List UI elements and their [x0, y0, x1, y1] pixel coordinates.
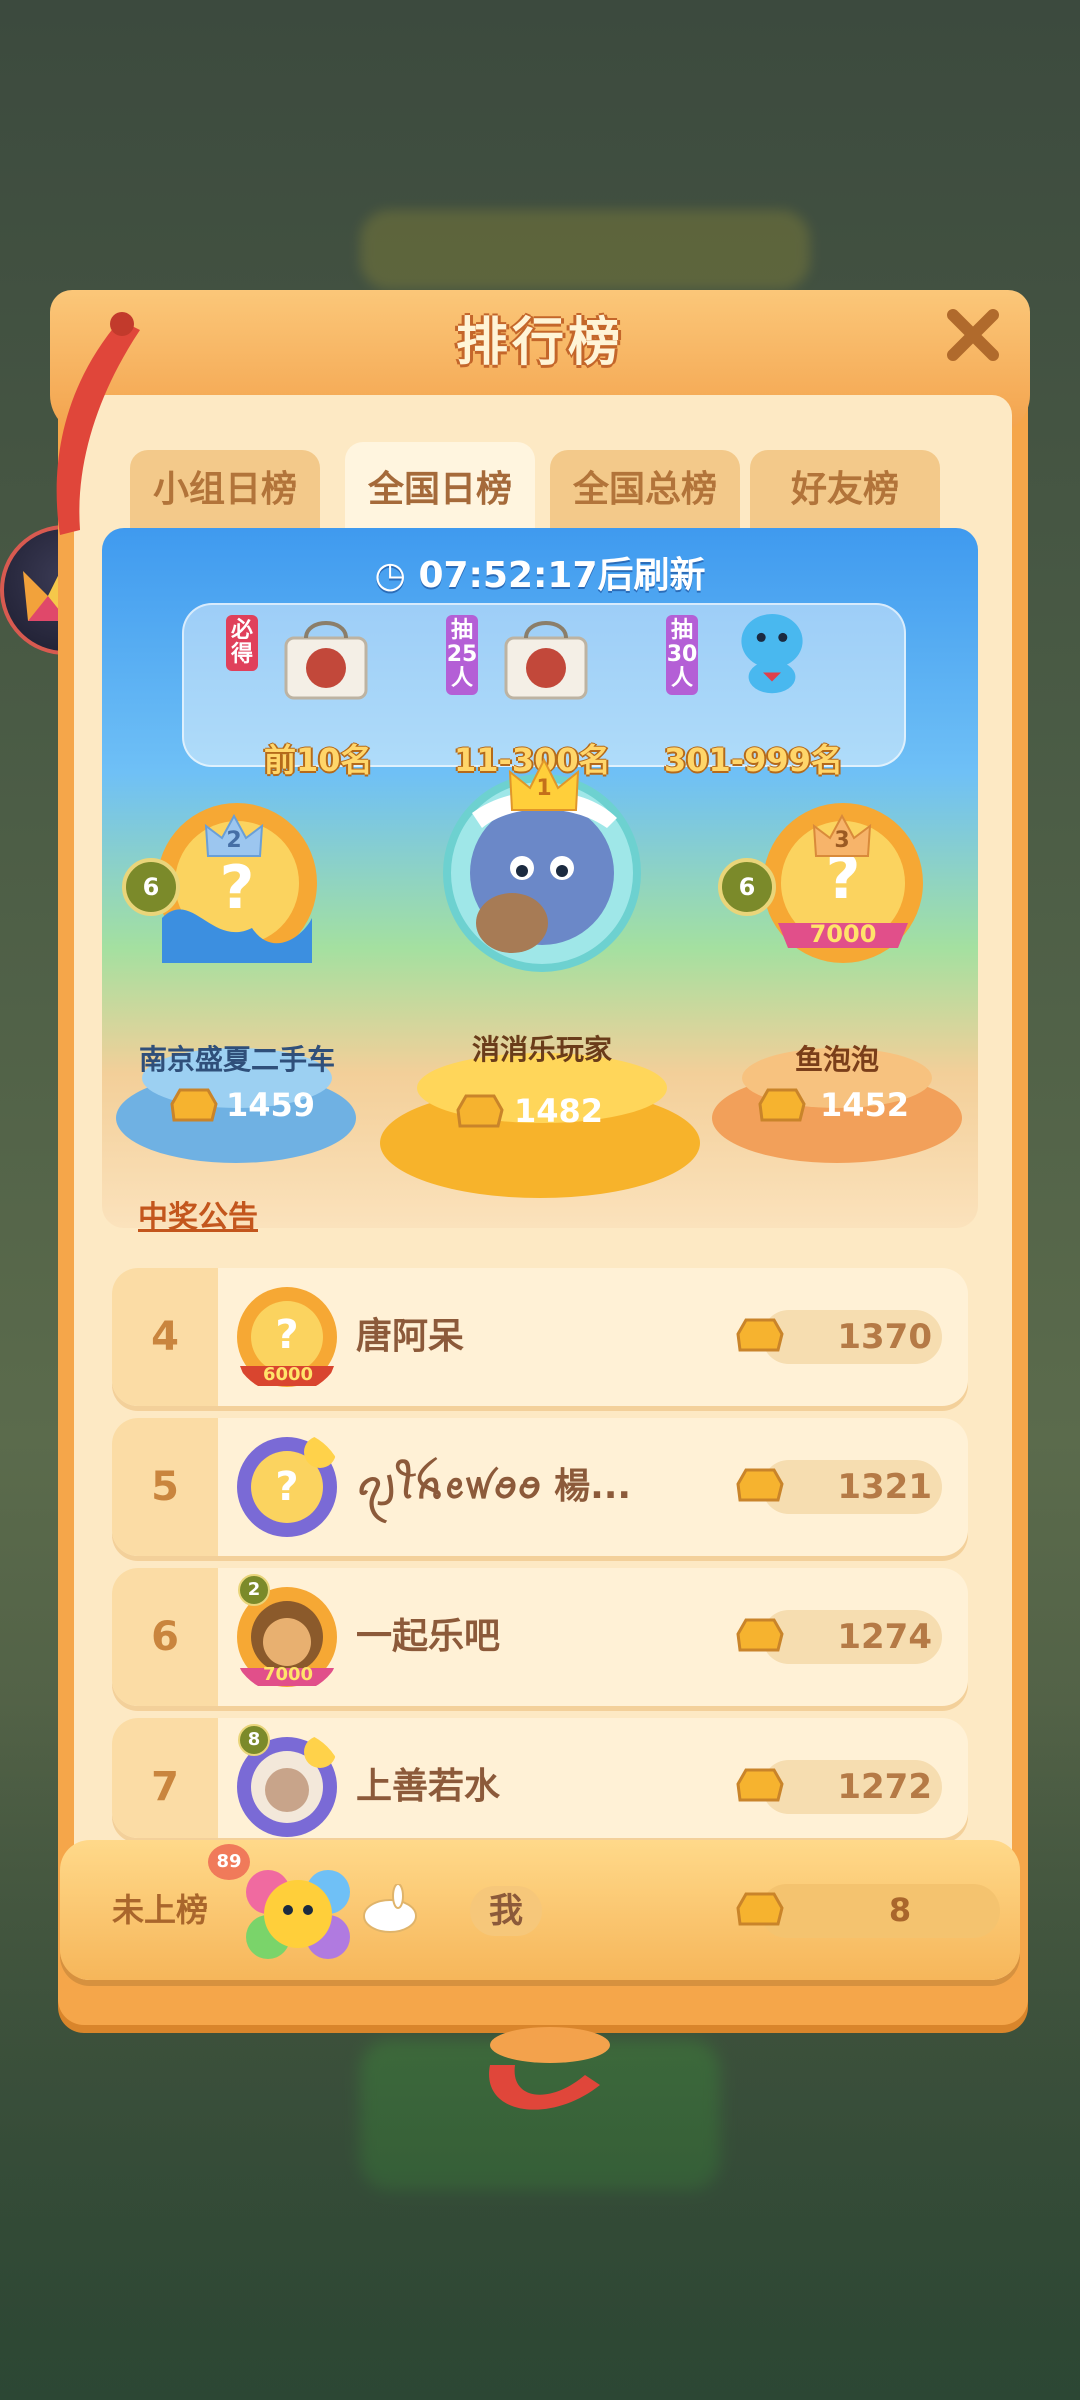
gold-ingot-icon — [736, 1892, 784, 1926]
row-rank: 7 — [112, 1718, 218, 1838]
gold-ingot-icon — [736, 1768, 784, 1802]
frame-label: 7000 — [809, 920, 877, 948]
refresh-timer: ◷ 07:52:17后刷新 — [374, 555, 706, 596]
row-score: 1272 — [837, 1767, 932, 1807]
prize-range: 前10名 — [264, 741, 373, 779]
rabbit-icon — [363, 1884, 417, 1933]
winner-notice-link[interactable]: 中奖公告 — [138, 1192, 258, 1236]
player-score: 1452 — [820, 1086, 910, 1124]
prize-range: 301-999名 — [664, 741, 843, 779]
leaderboard-row[interactable]: 5 ? ꪖ꠸ꪻꫝꫀꪝꪮꪮ 楊... 1321 — [112, 1418, 968, 1556]
row-score: 1274 — [837, 1617, 932, 1657]
my-avatar — [246, 1870, 350, 1959]
row-player-name: ꪖ꠸ꪻꫝꫀꪝꪮꪮ 楊... — [356, 1466, 632, 1507]
row-score: 1321 — [837, 1467, 932, 1507]
tab-national-total[interactable]: 全国总榜 — [550, 450, 740, 530]
rank-number: 2 — [226, 828, 242, 853]
top-three-board: ◷ 07:52:17后刷新 必得 前10名 抽25人 11-300名 抽30人 … — [102, 528, 978, 1228]
my-name: 我 — [470, 1886, 542, 1936]
svg-text:?: ? — [275, 1464, 298, 1510]
gold-ingot-icon — [758, 1088, 806, 1122]
my-score: 8 — [888, 1891, 912, 1929]
tab-national-daily[interactable]: 全国日榜 — [345, 442, 535, 530]
player-name: 鱼泡泡 — [794, 1043, 879, 1076]
background-banner — [360, 210, 810, 290]
close-icon[interactable] — [945, 307, 1001, 363]
prize-tag: 抽25人 — [446, 615, 478, 695]
prize-tag: 抽30人 — [666, 615, 698, 695]
gold-ingot-icon — [170, 1088, 218, 1122]
frame-label: 6000 — [262, 1364, 314, 1385]
player-score: 1459 — [226, 1086, 316, 1124]
leaderboard-row[interactable]: 7 8 上善若水 1272 — [112, 1718, 968, 1838]
frame-label: 7000 — [262, 1664, 314, 1685]
row-rank: 5 — [112, 1418, 218, 1556]
row-player-name: 上善若水 — [356, 1766, 501, 1807]
svg-text:?: ? — [220, 853, 255, 923]
my-rank-row[interactable]: 未上榜 89 我 8 — [60, 1840, 1020, 1980]
leaderboard-tabs: 小组日榜 全国日榜 全国总榜 好友榜 — [130, 442, 960, 530]
gift-bag-icon — [284, 621, 368, 700]
row-player-name: 唐阿呆 — [356, 1316, 465, 1357]
row-rank: 4 — [112, 1268, 218, 1406]
row-player-name: 一起乐吧 — [356, 1616, 501, 1657]
rank-number: 1 — [536, 776, 552, 801]
level-badge: 6 — [718, 858, 776, 916]
panel-title: 排行榜 — [455, 313, 624, 373]
gold-ingot-icon — [736, 1318, 784, 1352]
svg-text:?: ? — [275, 1312, 298, 1358]
player-avatar: ? — [237, 1436, 337, 1537]
level-badge: 8 — [238, 1724, 270, 1756]
leaderboard-row[interactable]: 6 2 7000 一起乐吧 1274 — [112, 1568, 968, 1706]
player-name: 南京盛夏二手车 — [138, 1043, 335, 1076]
rank-number: 3 — [834, 828, 850, 853]
leaderboard-row[interactable]: 4 ? 6000 唐阿呆 1370 — [112, 1268, 968, 1406]
row-rank: 6 — [112, 1568, 218, 1706]
player-score: 1482 — [514, 1092, 604, 1130]
tab-friends[interactable]: 好友榜 — [750, 450, 940, 530]
gold-ingot-icon — [456, 1094, 504, 1128]
prize-tag: 必得 — [226, 615, 258, 671]
gold-ingot-icon — [736, 1468, 784, 1502]
clock-icon: ◷ — [374, 555, 406, 596]
level-badge: 89 — [208, 1844, 250, 1880]
level-badge: 6 — [122, 858, 180, 916]
prize-box[interactable]: 必得 前10名 抽25人 11-300名 抽30人 301-999名 — [182, 603, 906, 779]
player-name: 消消乐玩家 — [471, 1033, 612, 1066]
level-badge: 2 — [238, 1574, 270, 1606]
row-score: 1370 — [837, 1317, 932, 1357]
tab-group-daily[interactable]: 小组日榜 — [130, 450, 320, 530]
gift-bag-icon — [504, 621, 588, 700]
plush-toy-icon — [741, 614, 803, 694]
gold-ingot-icon — [736, 1618, 784, 1652]
ribbon-decoration — [489, 2027, 610, 2110]
